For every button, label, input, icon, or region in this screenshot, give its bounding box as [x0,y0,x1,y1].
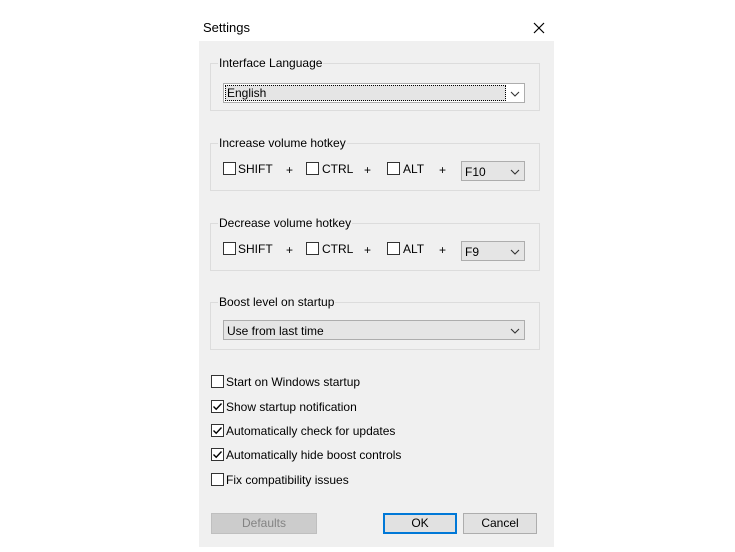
start-on-windows-checkbox[interactable] [211,375,224,388]
increase-ctrl-checkbox[interactable] [306,162,319,175]
decrease-hotkey-group: Decrease volume hotkey SHIFT + CTRL + AL… [210,215,540,271]
decrease-shift-checkbox[interactable] [223,242,236,255]
decrease-shift-label: SHIFT [238,242,273,256]
hide-boost-controls-checkbox[interactable] [211,448,224,461]
decrease-alt-label: ALT [403,242,425,256]
decrease-key-select[interactable]: F9 [461,241,525,261]
fix-compatibility-label: Fix compatibility issues [226,473,349,487]
close-icon [533,22,545,34]
decrease-alt-checkbox[interactable] [387,242,400,255]
decrease-ctrl-label: CTRL [322,242,354,256]
chevron-down-icon [510,169,520,175]
check-updates-checkbox[interactable] [211,424,224,437]
chevron-down-icon [510,328,520,334]
defaults-button[interactable]: Defaults [211,513,317,534]
hide-boost-controls-label: Automatically hide boost controls [226,448,402,462]
cancel-button[interactable]: Cancel [463,513,537,534]
startup-notification-checkbox[interactable] [211,400,224,413]
boost-value: Use from last time [227,324,324,338]
language-select[interactable]: English [223,83,525,103]
increase-shift-label: SHIFT [238,162,273,176]
close-button[interactable] [524,16,554,40]
fix-compatibility-checkbox[interactable] [211,473,224,486]
boost-group: Boost level on startup Use from last tim… [210,294,540,350]
chevron-down-icon [510,249,520,255]
plus-sign: + [286,243,294,257]
plus-sign: + [439,243,447,257]
language-label: Interface Language [218,55,324,71]
plus-sign: + [364,243,372,257]
language-value: English [225,85,506,101]
checkmark-icon [213,451,223,459]
increase-alt-label: ALT [403,162,425,176]
startup-notification-label: Show startup notification [226,400,357,414]
decrease-ctrl-checkbox[interactable] [306,242,319,255]
increase-ctrl-label: CTRL [322,162,354,176]
chevron-down-icon [510,91,520,97]
plus-sign: + [364,163,372,177]
increase-key-value: F10 [465,165,486,179]
check-updates-label: Automatically check for updates [226,424,396,438]
decrease-key-value: F9 [465,245,480,259]
increase-hotkey-label: Increase volume hotkey [218,135,347,151]
increase-alt-checkbox[interactable] [387,162,400,175]
checkmark-icon [213,427,223,435]
plus-sign: + [286,163,294,177]
language-group: Interface Language English [210,55,540,111]
start-on-windows-label: Start on Windows startup [226,375,361,389]
increase-hotkey-group: Increase volume hotkey SHIFT + CTRL + AL… [210,135,540,191]
window-title: Settings [203,20,250,35]
boost-select[interactable]: Use from last time [223,320,525,340]
increase-shift-checkbox[interactable] [223,162,236,175]
checkmark-icon [213,403,223,411]
boost-label: Boost level on startup [218,294,336,310]
decrease-hotkey-label: Decrease volume hotkey [218,215,353,231]
ok-button[interactable]: OK [383,513,457,534]
title-bar: Settings [199,10,554,41]
increase-key-select[interactable]: F10 [461,161,525,181]
settings-dialog: Settings Interface Language English Incr… [199,10,554,547]
plus-sign: + [439,163,447,177]
